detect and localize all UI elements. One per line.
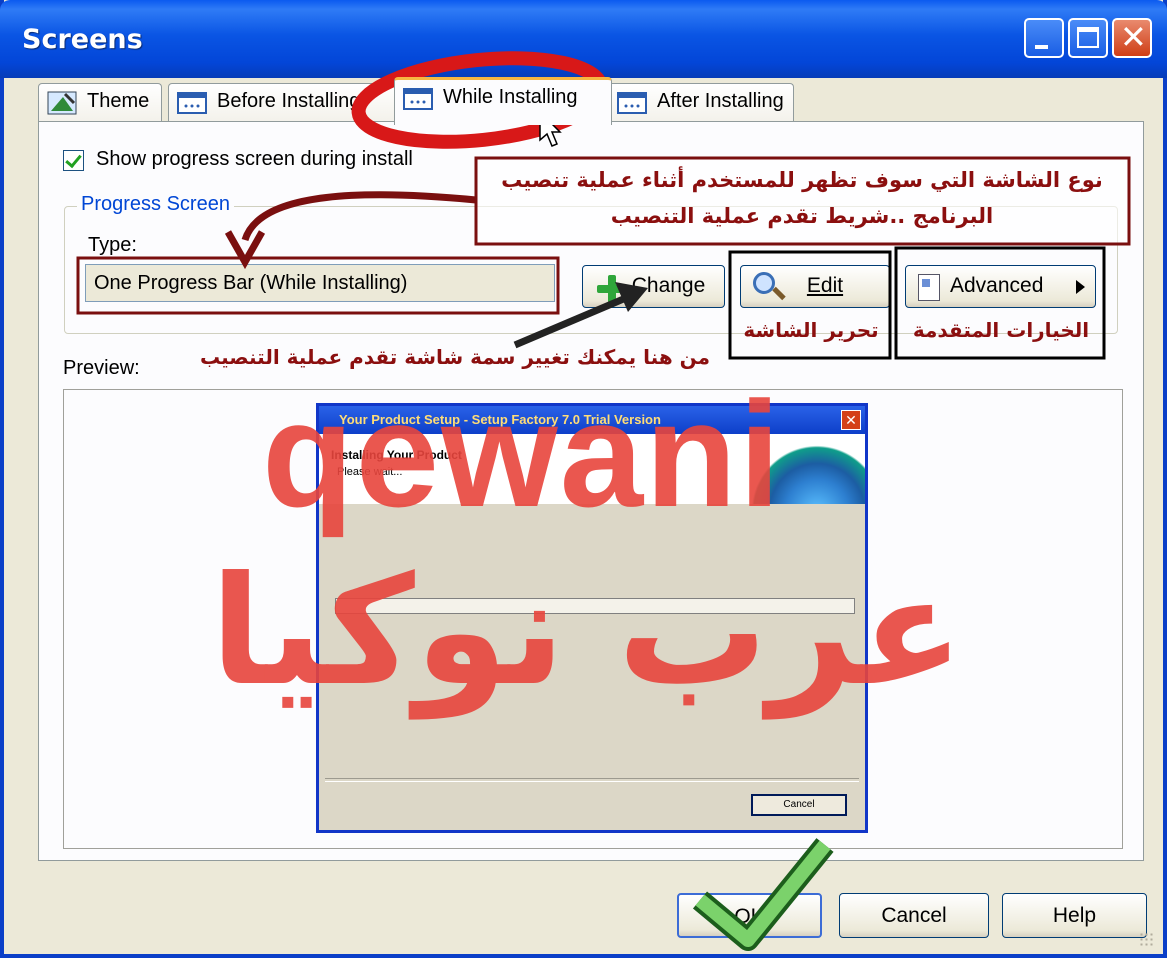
cancel-button[interactable]: Cancel	[839, 893, 989, 938]
title-bar[interactable]: Screens ✕	[0, 0, 1167, 78]
preview-label: Preview:	[63, 357, 140, 379]
maximize-button[interactable]	[1068, 18, 1108, 58]
preview-heading: Installing Your Product	[331, 448, 462, 462]
screens-dialog: Screens ✕ Theme Before Installing While …	[0, 0, 1167, 958]
tab-theme[interactable]: Theme	[38, 83, 162, 123]
maximize-icon	[1077, 27, 1099, 48]
divider	[325, 778, 859, 782]
type-label: Type:	[88, 234, 137, 256]
resize-grip[interactable]	[1139, 932, 1153, 946]
advanced-label: Advanced	[950, 274, 1044, 297]
change-label: Change	[631, 274, 706, 297]
window-title: Screens	[22, 24, 143, 55]
tab-after-installing[interactable]: After Installing	[608, 83, 794, 123]
tab-label: Theme	[87, 90, 150, 112]
preview-cancel-button: Cancel	[751, 794, 847, 816]
document-icon	[918, 274, 940, 301]
magnifier-icon	[753, 272, 775, 294]
preview-subheading: Please wait...	[337, 466, 403, 478]
plus-icon	[597, 275, 627, 303]
edit-label: Edit	[806, 274, 844, 297]
preview-window: Your Product Setup - Setup Factory 7.0 T…	[316, 403, 868, 833]
preview-close-icon: ✕	[841, 410, 861, 430]
help-button[interactable]: Help	[1002, 893, 1147, 938]
tab-label: Before Installing	[217, 90, 361, 112]
screen-icon	[403, 88, 433, 110]
globe-image	[745, 434, 865, 504]
group-label: Progress Screen	[77, 193, 234, 216]
tab-label: While Installing	[443, 86, 578, 108]
preview-header: Installing Your Product Please wait...	[319, 434, 865, 504]
chevron-right-icon	[1076, 280, 1085, 294]
minimize-button[interactable]	[1024, 18, 1064, 58]
show-progress-label: Show progress screen during install	[96, 148, 413, 170]
preview-progress-bar	[335, 598, 855, 614]
tab-before-installing[interactable]: Before Installing	[168, 83, 398, 123]
tab-while-installing[interactable]: While Installing	[394, 77, 612, 125]
ok-button[interactable]: OK	[677, 893, 822, 938]
show-progress-checkbox[interactable]	[63, 150, 84, 171]
theme-icon	[47, 91, 77, 115]
type-field: One Progress Bar (While Installing)	[85, 264, 555, 302]
screen-icon	[617, 92, 647, 114]
advanced-button[interactable]: Advanced	[905, 265, 1096, 308]
preview-title: Your Product Setup - Setup Factory 7.0 T…	[319, 406, 865, 434]
tab-label: After Installing	[657, 90, 784, 112]
close-button[interactable]: ✕	[1112, 18, 1152, 58]
edit-button[interactable]: Edit	[740, 265, 890, 308]
close-icon: ✕	[1120, 18, 1147, 56]
minimize-icon	[1035, 45, 1048, 49]
screen-icon	[177, 92, 207, 114]
change-button[interactable]: Change	[582, 265, 725, 308]
